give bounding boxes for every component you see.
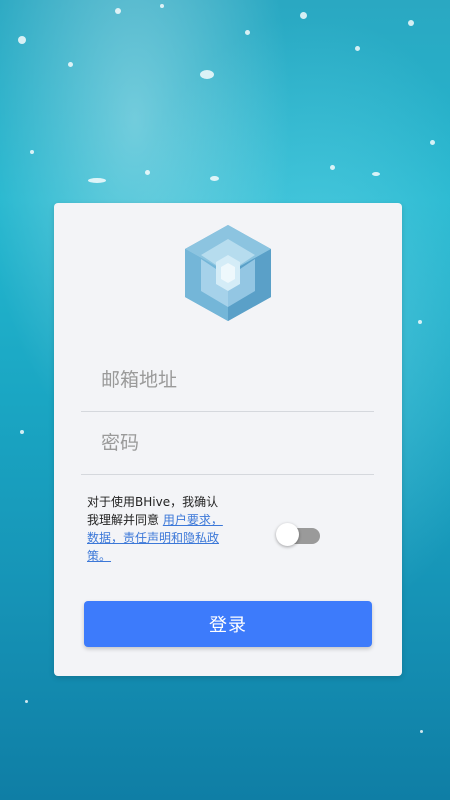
login-button[interactable]: 登录	[84, 601, 372, 647]
login-card: 对于使用BHive，我确认我理解并同意 用户要求，数据，责任声明和隐私政策。 登…	[54, 203, 402, 676]
agreement-text: 对于使用BHive，我确认我理解并同意 用户要求，数据，责任声明和隐私政策。	[87, 493, 227, 565]
email-input[interactable]	[81, 349, 374, 411]
toggle-knob	[276, 523, 299, 546]
hexagon-cube-logo-icon	[185, 225, 271, 321]
password-field-container	[81, 412, 374, 475]
email-field-container	[81, 349, 374, 412]
agreement-toggle[interactable]	[276, 523, 322, 546]
password-input[interactable]	[81, 412, 374, 474]
